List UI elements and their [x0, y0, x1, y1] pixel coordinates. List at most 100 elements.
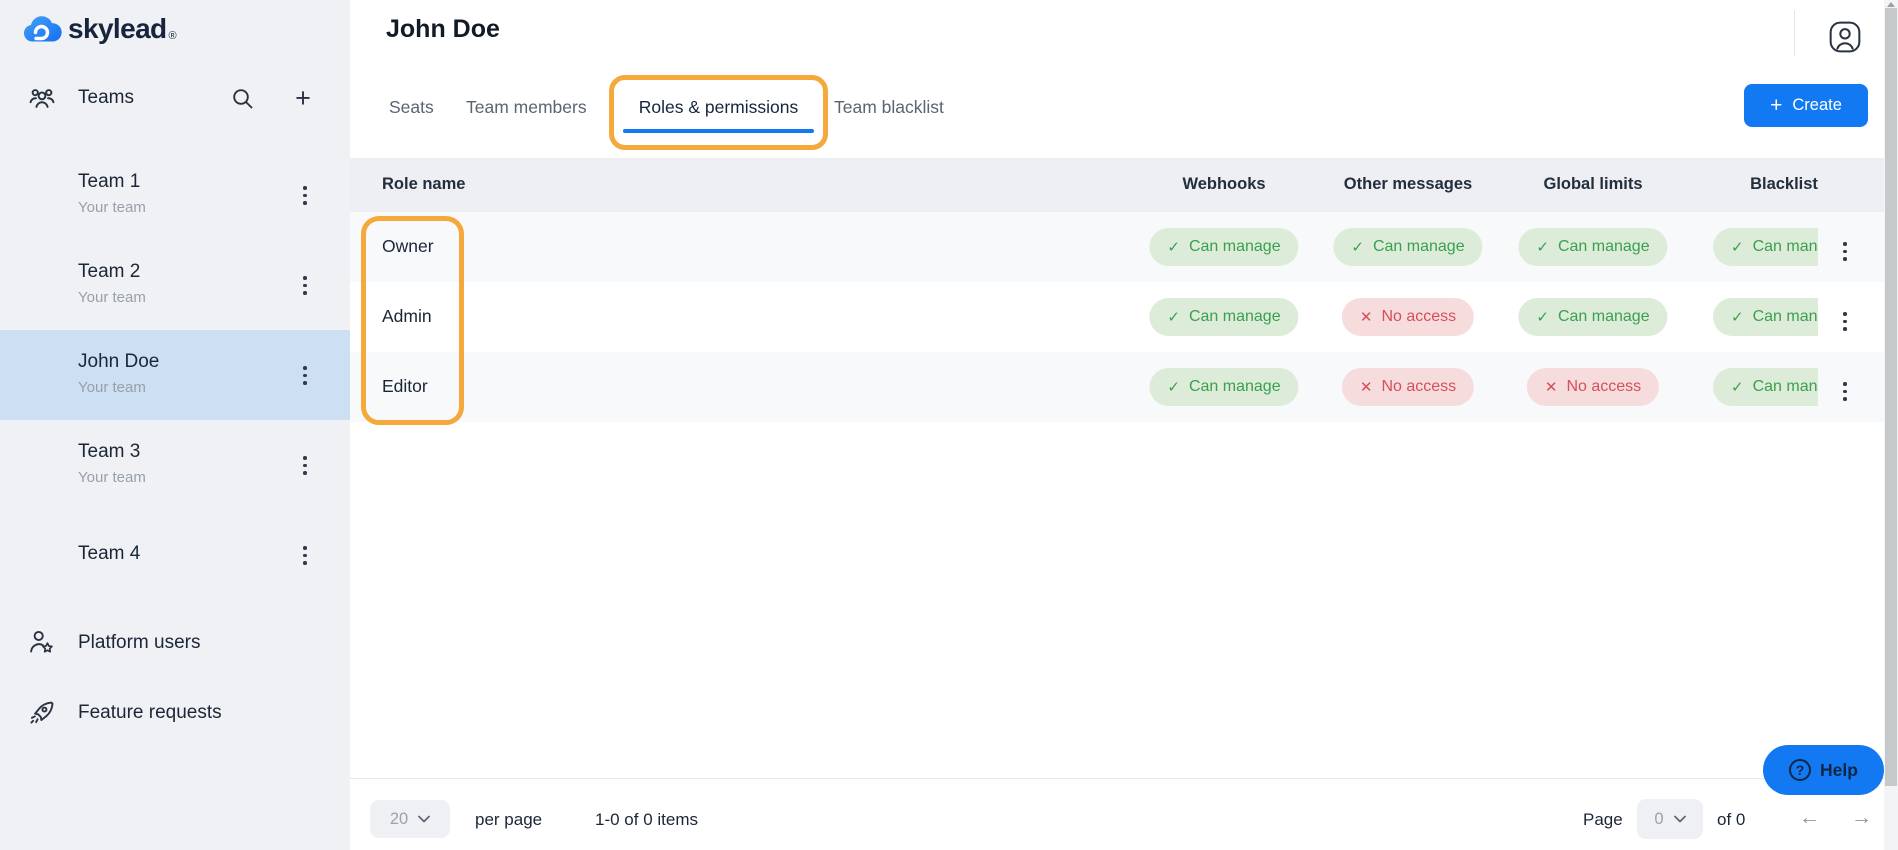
sidebar-item-platform-users[interactable]: Platform users: [0, 618, 350, 668]
status-badge: ✕ No access: [1342, 298, 1474, 336]
column-role-name: Role name: [382, 175, 465, 194]
status-badge: ✓Can manage: [1713, 368, 1818, 406]
check-icon: ✓: [1167, 238, 1180, 256]
tab-seats[interactable]: Seats: [389, 97, 434, 118]
badge-label: No access: [1566, 378, 1641, 396]
table-header: Role name Webhooks Other messages Global…: [350, 158, 1884, 212]
table-row: Admin ✓ Can manage ✕ No access ✓ Can manage…: [350, 282, 1884, 352]
role-name: Editor: [382, 376, 428, 397]
previous-page-arrow-icon[interactable]: ←: [1799, 806, 1820, 830]
status-badge: ✓Can manage: [1518, 228, 1667, 266]
create-button[interactable]: + Create: [1744, 84, 1868, 127]
page-number-select[interactable]: 0: [1637, 799, 1703, 839]
badge-label: Can manage: [1753, 238, 1818, 256]
page-size-select[interactable]: 20: [370, 800, 450, 838]
active-tab-underline: [623, 129, 814, 133]
header-divider: [1794, 10, 1795, 56]
brand-logo: skylead ®: [22, 13, 177, 45]
scrollbar-thumb[interactable]: [1885, 8, 1897, 786]
row-kebab-menu-icon[interactable]: [1836, 378, 1854, 405]
user-star-icon: [28, 629, 55, 656]
page-title: John Doe: [386, 15, 500, 44]
column-global-limits: Global limits: [1543, 175, 1642, 194]
teams-header: Teams +: [0, 82, 350, 114]
status-badge: ✕ No access: [1342, 368, 1474, 406]
kebab-menu-icon[interactable]: [296, 182, 314, 209]
column-webhooks: Webhooks: [1182, 175, 1265, 194]
brand-name: skylead: [68, 13, 167, 45]
help-button[interactable]: ? Help: [1763, 745, 1884, 795]
teams-label: Teams: [78, 82, 134, 114]
blacklist-cell-clipped: ✓Can manage: [1713, 282, 1818, 352]
next-page-arrow-icon[interactable]: →: [1851, 806, 1872, 830]
table-row: Editor ✓ Can manage ✕ No access ✕ No access…: [350, 352, 1884, 422]
team-name: Team 3: [78, 441, 140, 463]
status-badge: ✓Can manage: [1149, 228, 1298, 266]
main-content: John Doe Seats Team members Roles & perm…: [350, 0, 1884, 850]
column-blacklist: Blacklist: [1750, 175, 1818, 194]
blacklist-cell-clipped: ✓Can manage: [1713, 352, 1818, 422]
kebab-menu-icon[interactable]: [296, 452, 314, 479]
badge-label: Can manage: [1189, 378, 1281, 396]
badge-label: Can manage: [1373, 238, 1465, 256]
chevron-down-icon: [1674, 815, 1686, 823]
cross-icon: ✕: [1360, 378, 1373, 396]
status-badge: ✓ Can manage: [1149, 368, 1298, 406]
search-icon[interactable]: [231, 87, 255, 111]
tab-roles-permissions[interactable]: Roles & permissions: [639, 97, 799, 118]
table-row: Owner ✓Can manage ✓Can manage ✓Can manag…: [350, 212, 1884, 282]
registered-mark: ®: [169, 30, 177, 42]
row-kebab-menu-icon[interactable]: [1836, 238, 1854, 265]
team-name: John Doe: [78, 351, 159, 373]
sidebar-item-team-4[interactable]: Team 4: [0, 510, 350, 600]
role-name: Owner: [382, 236, 434, 257]
team-subtitle: Your team: [78, 379, 146, 396]
status-badge: ✓ Can manage: [1333, 228, 1482, 266]
status-badge: ✕ No access: [1527, 368, 1659, 406]
sidebar-item-team-2[interactable]: Team 2 Your team: [0, 240, 350, 330]
tab-team-members[interactable]: Team members: [466, 97, 587, 118]
check-icon: ✓: [1731, 308, 1744, 326]
badge-label: No access: [1381, 378, 1456, 396]
blacklist-cell-clipped: ✓Can manage: [1713, 212, 1818, 282]
plus-icon: +: [1770, 96, 1782, 116]
scrollbar-up-arrow[interactable]: [1887, 2, 1895, 7]
kebab-menu-icon[interactable]: [296, 542, 314, 569]
chevron-down-icon: [418, 815, 430, 823]
check-icon: ✓: [1351, 238, 1364, 256]
badge-label: Can manage: [1189, 308, 1281, 326]
status-badge: ✓Can manage: [1713, 298, 1818, 336]
kebab-menu-icon[interactable]: [296, 272, 314, 299]
sidebar-item-feature-requests[interactable]: Feature requests: [0, 688, 350, 738]
status-badge: ✓ Can manage: [1518, 298, 1667, 336]
help-button-label: Help: [1820, 760, 1858, 781]
per-page-label: per page: [475, 810, 542, 830]
team-name: Team 4: [78, 543, 140, 565]
cross-icon: ✕: [1360, 308, 1373, 326]
sidebar-item-team-3[interactable]: Team 3 Your team: [0, 420, 350, 510]
sidebar-item-team-1[interactable]: Team 1 Your team: [0, 150, 350, 240]
check-icon: ✓: [1536, 308, 1549, 326]
highlight-ring-tabs: Roles & permissions: [609, 75, 828, 150]
pagination-bar: 20 per page 1-0 of 0 items Page 0 of 0 ←…: [350, 778, 1884, 850]
column-other-messages: Other messages: [1344, 175, 1472, 194]
page-label: Page: [1583, 810, 1623, 830]
vertical-scrollbar[interactable]: [1884, 0, 1898, 850]
team-subtitle: Your team: [78, 289, 146, 306]
badge-label: No access: [1381, 308, 1456, 326]
status-badge: ✓Can manage: [1713, 228, 1818, 266]
kebab-menu-icon[interactable]: [296, 362, 314, 389]
check-icon: ✓: [1167, 378, 1180, 396]
badge-label: Can manage: [1558, 308, 1650, 326]
badge-label: Can manage: [1753, 378, 1818, 396]
add-team-icon[interactable]: +: [291, 87, 315, 111]
sidebar-item-john-doe[interactable]: John Doe Your team: [0, 330, 350, 420]
cross-icon: ✕: [1545, 378, 1558, 396]
row-kebab-menu-icon[interactable]: [1836, 308, 1854, 335]
role-name: Admin: [382, 306, 432, 327]
team-subtitle: Your team: [78, 199, 146, 216]
cloud-logo-icon: [22, 14, 62, 45]
tab-team-blacklist[interactable]: Team blacklist: [834, 97, 944, 118]
team-name: Team 1: [78, 171, 140, 193]
account-avatar-icon[interactable]: [1828, 20, 1862, 54]
